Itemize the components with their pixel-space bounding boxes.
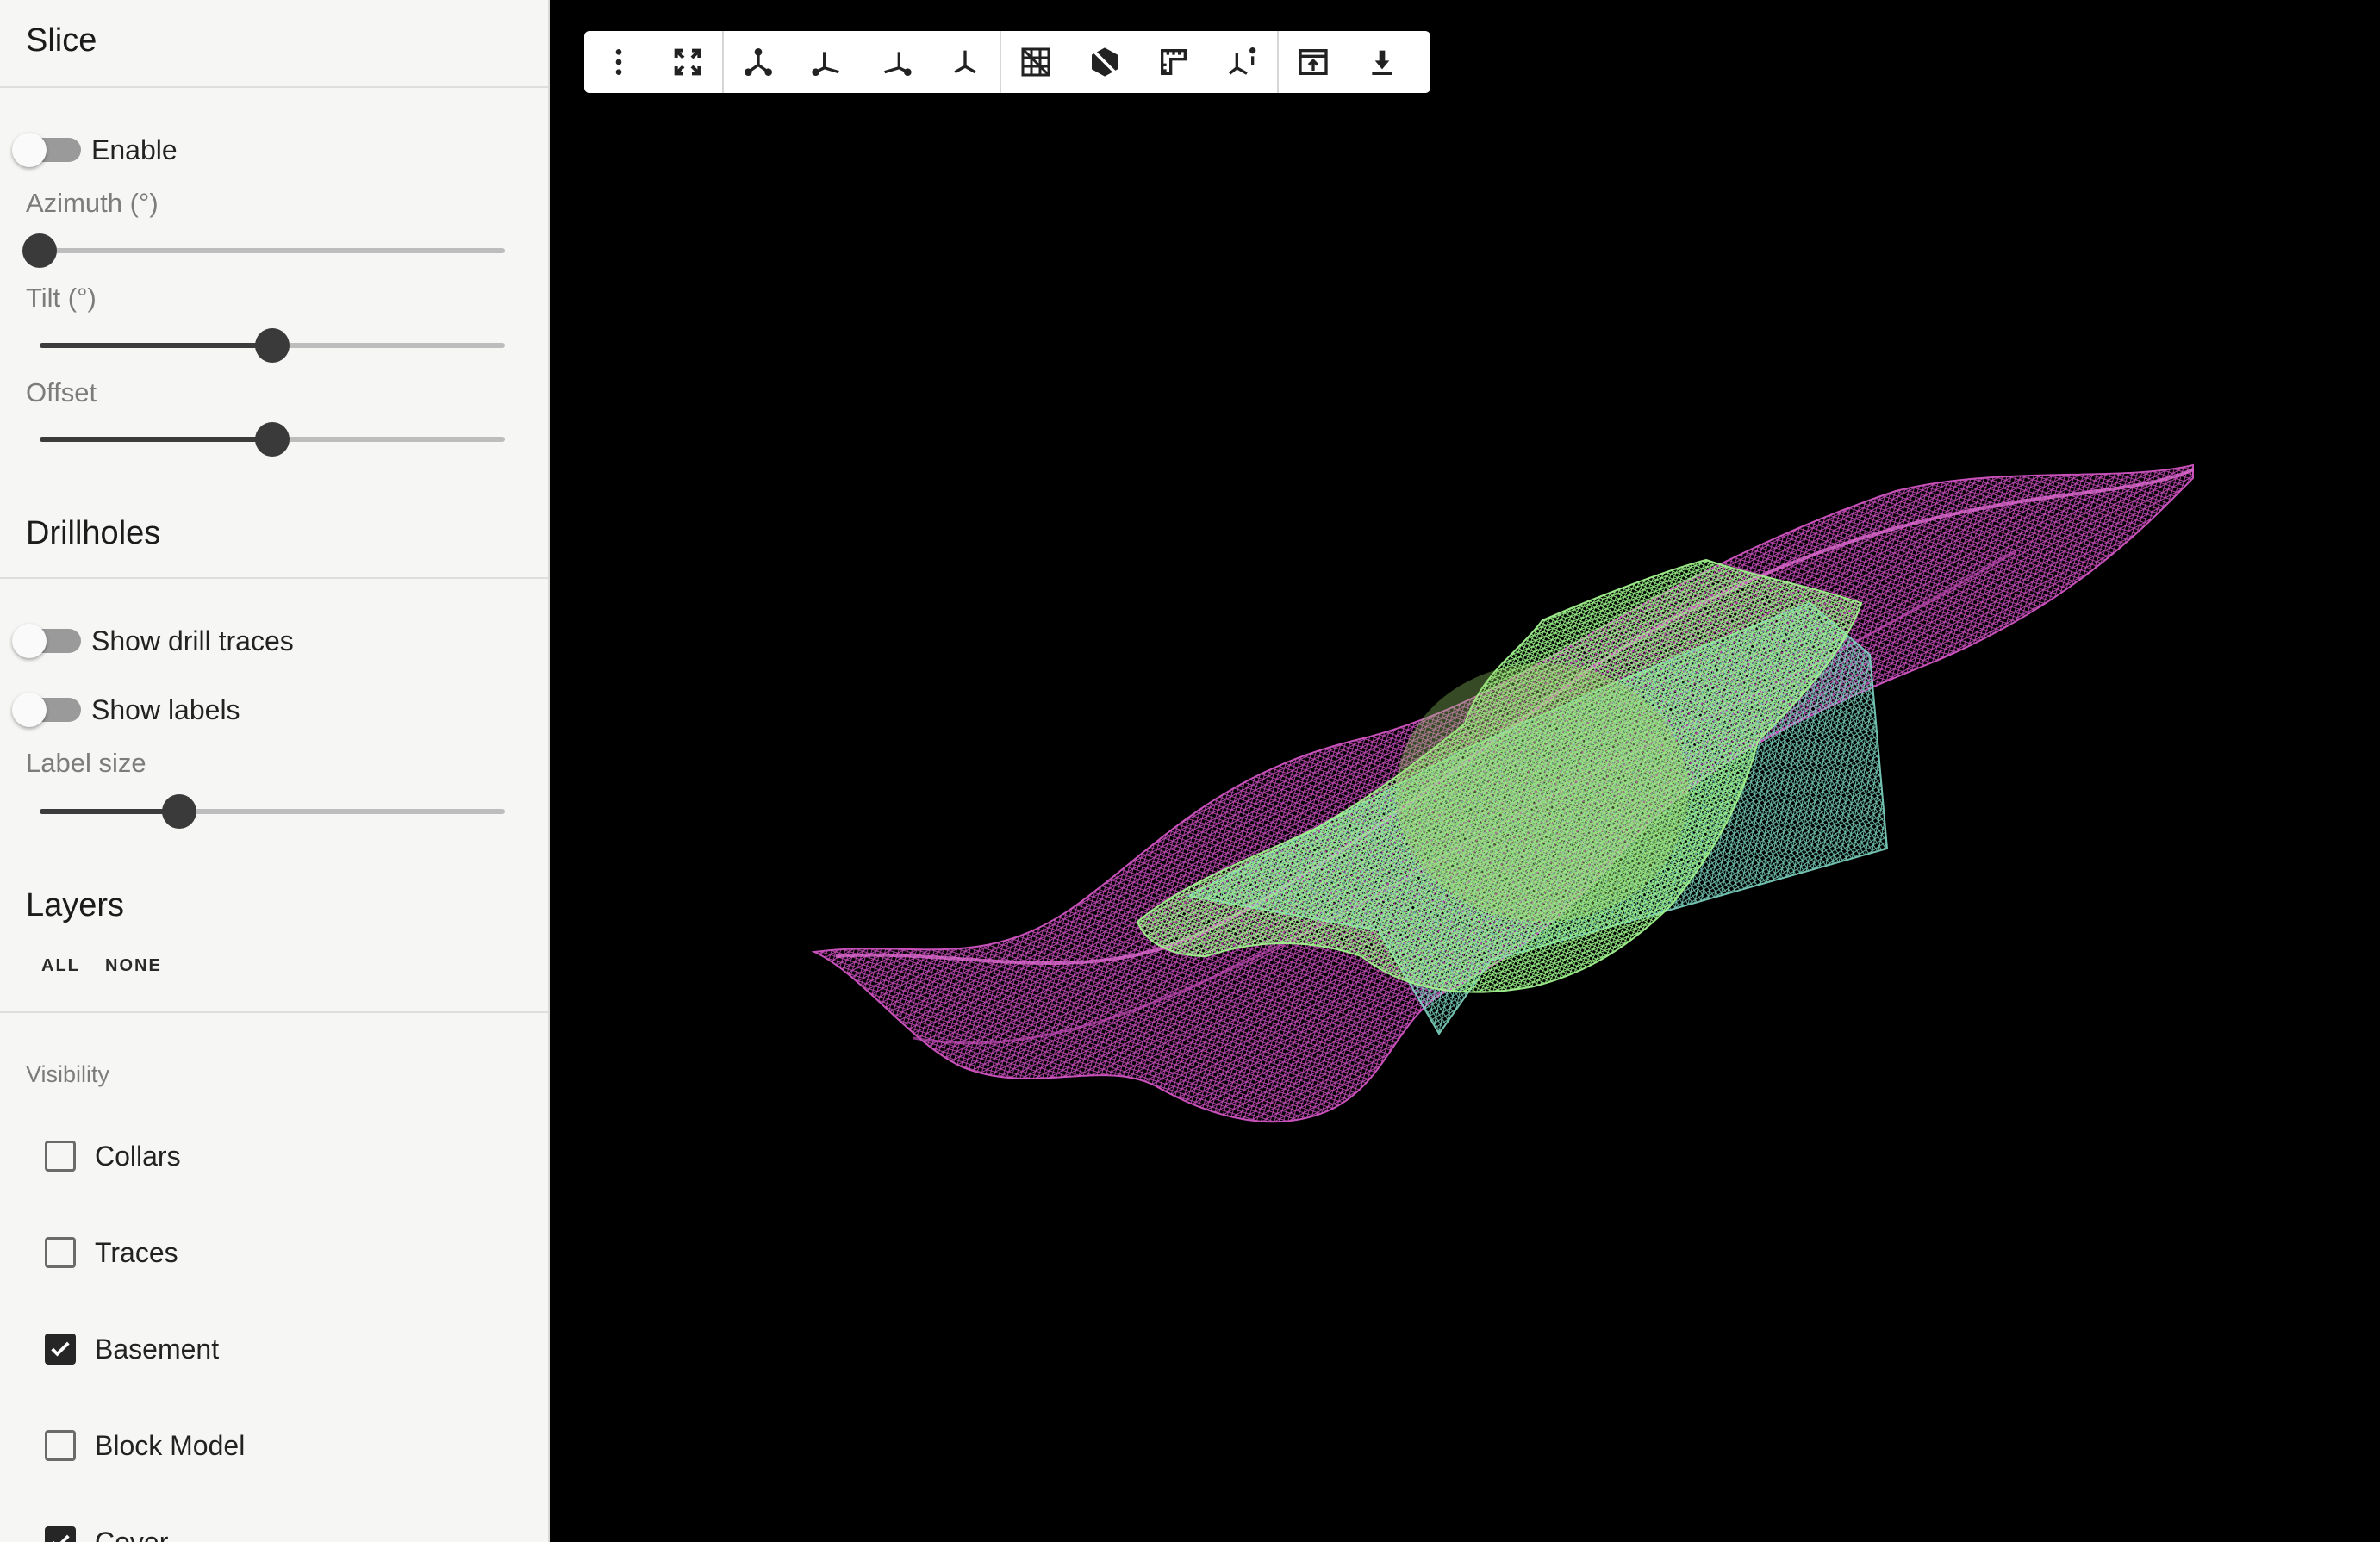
toggle-track[interactable]: [12, 133, 81, 167]
sidebar-panel: Slice Enable Azimuth (°) Tilt (°) Offset…: [0, 0, 550, 1542]
drillholes-section-title: Drillholes: [26, 515, 161, 551]
view-axes-left-icon[interactable]: [793, 31, 862, 93]
slice-section-title: Slice: [26, 22, 97, 59]
layer-item-label: Basement: [95, 1333, 220, 1365]
offset-slider[interactable]: [40, 422, 505, 457]
slider-thumb[interactable]: [162, 794, 196, 829]
azimuth-slider[interactable]: [22, 233, 505, 268]
visibility-label: Visibility: [26, 1061, 110, 1087]
show-drill-traces-label: Show drill traces: [91, 625, 294, 656]
slider-thumb[interactable]: [255, 328, 290, 363]
download-icon[interactable]: [1348, 31, 1417, 93]
fullscreen-icon[interactable]: [653, 31, 722, 93]
toolbar-group: [1001, 31, 1279, 93]
basement-core: [1396, 663, 1689, 922]
app-root: Slice Enable Azimuth (°) Tilt (°) Offset…: [0, 0, 2380, 1542]
layer-item[interactable]: Basement: [45, 1330, 219, 1368]
view-axes-right-icon[interactable]: [862, 31, 931, 93]
hide-box-icon[interactable]: [1070, 31, 1139, 93]
show-labels-label: Show labels: [91, 693, 240, 725]
divider: [0, 577, 548, 579]
toggle-knob[interactable]: [12, 693, 47, 727]
layers-none-button[interactable]: NONE: [105, 956, 162, 976]
toggle-track[interactable]: [12, 693, 81, 727]
divider: [0, 86, 548, 88]
layers-section-title: Layers: [26, 887, 125, 923]
layer-item-label: Traces: [95, 1236, 178, 1268]
show-drill-traces-toggle[interactable]: Show drill traces: [12, 624, 294, 658]
checkbox-unchecked-icon[interactable]: [45, 1237, 76, 1268]
checkbox-unchecked-icon[interactable]: [45, 1141, 76, 1172]
toolbar-group: [1279, 31, 1417, 93]
layer-item-label: Block Model: [95, 1429, 246, 1461]
view-axes-iso-icon[interactable]: [724, 31, 793, 93]
layer-item[interactable]: Traces: [45, 1234, 178, 1272]
layer-item-label: Collars: [95, 1140, 181, 1172]
azimuth-label: Azimuth (°): [26, 188, 159, 218]
layer-item[interactable]: Cover: [45, 1523, 168, 1542]
view-axes-top-icon[interactable]: [931, 31, 1000, 93]
divider: [0, 1011, 548, 1013]
slice-enable-label: Enable: [91, 134, 178, 165]
checkbox-unchecked-icon[interactable]: [45, 1430, 76, 1461]
toolbar-group: [724, 31, 1001, 93]
show-labels-toggle[interactable]: Show labels: [12, 693, 240, 727]
tilt-label: Tilt (°): [26, 283, 97, 313]
toggle-knob[interactable]: [12, 624, 47, 658]
3d-viewport[interactable]: [551, 0, 2380, 1542]
layer-item-label: Cover: [95, 1526, 169, 1542]
more-vert-icon[interactable]: [584, 31, 653, 93]
toggle-track[interactable]: [12, 624, 81, 658]
axes-info-icon[interactable]: [1208, 31, 1277, 93]
toggle-knob[interactable]: [12, 133, 47, 167]
slider-thumb[interactable]: [22, 233, 57, 268]
layer-item[interactable]: Collars: [45, 1137, 181, 1175]
checkbox-checked-icon[interactable]: [45, 1334, 76, 1365]
label-size-slider[interactable]: [40, 794, 505, 829]
viewer-toolbar: [584, 31, 1430, 93]
label-size-label: Label size: [26, 748, 146, 778]
layer-item[interactable]: Block Model: [45, 1427, 245, 1464]
ruler-icon[interactable]: [1139, 31, 1208, 93]
layers-all-button[interactable]: ALL: [41, 956, 80, 976]
mesh-render: [811, 463, 2194, 1123]
toolbar-group: [584, 31, 724, 93]
slice-enable-toggle[interactable]: Enable: [12, 133, 178, 167]
slider-thumb[interactable]: [255, 422, 290, 457]
open-in-new-icon[interactable]: [1279, 31, 1348, 93]
offset-label: Offset: [26, 377, 97, 407]
checkbox-checked-icon[interactable]: [45, 1526, 76, 1542]
grid-off-icon[interactable]: [1001, 31, 1070, 93]
tilt-slider[interactable]: [40, 328, 505, 363]
